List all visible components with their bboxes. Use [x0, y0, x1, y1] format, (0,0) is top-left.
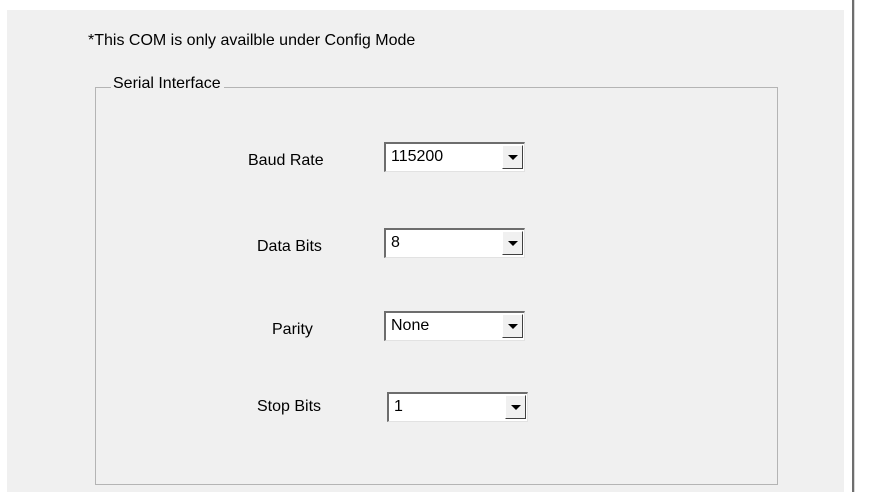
data-bits-select[interactable]: 8 — [384, 228, 525, 258]
panel-divider-highlight — [854, 0, 855, 492]
data-bits-dropdown-button[interactable] — [502, 231, 523, 255]
stop-bits-select[interactable]: 1 — [387, 392, 528, 422]
chevron-down-icon — [508, 324, 518, 329]
parity-label: Parity — [272, 321, 313, 338]
chevron-down-icon — [508, 155, 518, 160]
stop-bits-value: 1 — [394, 398, 403, 415]
parity-select[interactable]: None — [384, 311, 525, 341]
baud-rate-select[interactable]: 115200 — [384, 142, 525, 172]
stop-bits-dropdown-button[interactable] — [505, 395, 526, 419]
parity-dropdown-button[interactable] — [502, 314, 523, 338]
baud-rate-label: Baud Rate — [248, 152, 324, 169]
data-bits-value: 8 — [391, 234, 400, 251]
data-bits-label: Data Bits — [257, 238, 322, 255]
baud-rate-value: 115200 — [391, 148, 444, 165]
serial-interface-title: Serial Interface — [111, 75, 224, 93]
chevron-down-icon — [508, 241, 518, 246]
chevron-down-icon — [511, 405, 521, 410]
stop-bits-label: Stop Bits — [257, 398, 322, 415]
config-mode-note: *This COM is only availble under Config … — [88, 32, 416, 49]
baud-rate-dropdown-button[interactable] — [502, 145, 523, 169]
parity-value: None — [391, 317, 430, 334]
